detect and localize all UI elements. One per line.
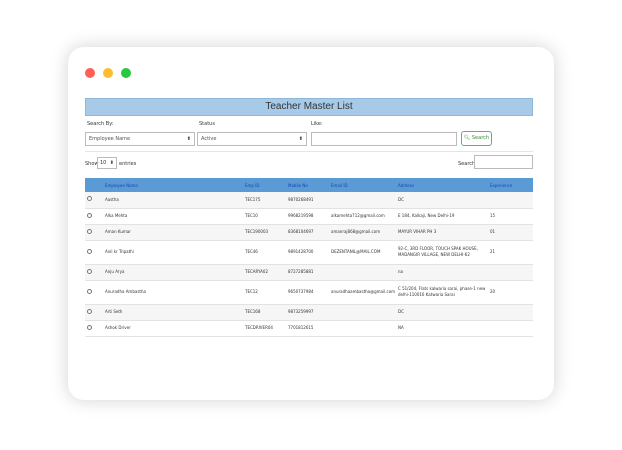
row-radio-button[interactable] xyxy=(87,212,92,218)
table-row: Aastha TEC175 9870268491 DC xyxy=(85,192,533,208)
cell-employee-name: Ashok Driver xyxy=(105,325,131,330)
cell-experience: 20 xyxy=(490,289,496,294)
table-row: Anuradha Ambastha TEC12 9650737984 anura… xyxy=(85,280,533,304)
cell-emp-id: TEC46 xyxy=(245,249,258,254)
row-radio-button[interactable] xyxy=(87,248,92,254)
cell-employee-name: Anuradha Ambastha xyxy=(105,289,146,294)
select-caret-icon: ⬍ xyxy=(109,160,114,166)
table-search-input[interactable] xyxy=(474,155,533,169)
table-row: Aman Kumar TEC190003 8368104697 amanraj8… xyxy=(85,224,533,240)
cell-employee-name: Anju Arya xyxy=(105,269,125,274)
row-radio-button[interactable] xyxy=(87,268,92,274)
cell-mobile: 7701812615 xyxy=(288,325,314,330)
select-caret-icon: ⬍ xyxy=(298,136,303,142)
cell-employee-name: Alka Mehta xyxy=(105,213,128,218)
cell-address: MAYUR VIHAR PH 3 xyxy=(398,229,437,234)
cell-mobile: 9891428700 xyxy=(288,249,314,254)
cell-address: DC xyxy=(398,309,404,314)
like-label: Like: xyxy=(311,121,323,127)
cell-email: amanraj868@gmail.com xyxy=(331,229,381,234)
cell-experience: 15 xyxy=(490,213,496,218)
column-header-employee-name[interactable]: Employee Name xyxy=(103,178,243,192)
column-header-emp-id[interactable]: Emp ID xyxy=(243,178,286,192)
status-value: Active xyxy=(201,136,217,142)
column-header-address[interactable]: Address xyxy=(396,178,488,192)
page-content: Teacher Master List Search By: Employee … xyxy=(85,98,533,337)
cell-mobile: 9650737984 xyxy=(288,289,314,294)
cell-address: DC xyxy=(398,196,404,202)
page-title: Teacher Master List xyxy=(85,98,533,116)
cell-mobile: 9873259997 xyxy=(288,309,314,314)
cell-address: C 51/204, Flats kalwaria sarai, phase-1 … xyxy=(398,286,486,297)
cell-experience: 21 xyxy=(490,249,496,254)
table-row: Arti Seth TEC168 9873259997 DC xyxy=(85,304,533,320)
row-radio-button[interactable] xyxy=(87,324,92,330)
table-row: Anil kr Tripathi TEC46 9891428700 DEZENT… xyxy=(85,240,533,264)
cell-email: DEZENTANIL@MAIL.COM xyxy=(331,249,381,254)
cell-mobile: 9870268491 xyxy=(288,196,314,202)
cell-emp-id: TEC168 xyxy=(245,309,261,314)
teacher-table: Employee Name Emp ID Mobile No Email ID … xyxy=(85,178,533,337)
minimize-window-dot-icon[interactable] xyxy=(103,68,113,78)
cell-address: NA xyxy=(398,325,404,330)
cell-address: E 184, Kalkaji, New Delhi-19 xyxy=(398,213,455,218)
filter-panel: Search By: Employee Name ⬍ Status Active… xyxy=(85,116,533,152)
search-by-select[interactable]: Employee Name ⬍ xyxy=(85,132,195,146)
table-controls: Show 10 ⬍ entries Search: xyxy=(85,152,533,178)
entries-value: 10 xyxy=(100,160,107,166)
like-input[interactable] xyxy=(311,132,457,146)
column-header-experience[interactable]: Experience xyxy=(488,178,533,192)
cell-employee-name: Aman Kumar xyxy=(105,229,131,234)
column-header-email-id[interactable]: Email ID xyxy=(329,178,396,192)
cell-experience xyxy=(488,264,533,280)
entries-label: entries xyxy=(119,161,137,167)
cell-email xyxy=(329,192,396,208)
column-header-select xyxy=(85,178,103,192)
cell-address: 92-C, 3RD FLOOR, TOUCH SPAK HOUSE, MADAN… xyxy=(398,246,478,257)
cell-mobile: 9968219598 xyxy=(288,213,314,218)
cell-emp-id: TEC190003 xyxy=(245,229,269,234)
column-header-mobile-no[interactable]: Mobile No xyxy=(286,178,329,192)
browser-window: Teacher Master List Search By: Employee … xyxy=(68,47,554,400)
search-button-label: Search xyxy=(471,135,490,141)
row-radio-button[interactable] xyxy=(87,308,92,314)
status-select[interactable]: Active ⬍ xyxy=(197,132,307,146)
table-header-row: Employee Name Emp ID Mobile No Email ID … xyxy=(85,178,533,192)
row-radio-button[interactable] xyxy=(87,228,92,234)
cell-address: na xyxy=(398,269,403,274)
cell-email: alkamehta712@gmail.com xyxy=(331,213,385,218)
cell-employee-name: Arti Seth xyxy=(105,309,123,314)
cell-experience xyxy=(488,192,533,208)
search-by-label: Search By: xyxy=(87,121,114,127)
cell-employee-name: Anil kr Tripathi xyxy=(105,249,134,254)
maximize-window-dot-icon[interactable] xyxy=(121,68,131,78)
cell-email xyxy=(329,320,396,336)
cell-experience xyxy=(488,320,533,336)
row-radio-button[interactable] xyxy=(87,288,92,294)
cell-email: anuradhaambastha@gmail.com xyxy=(331,289,396,294)
cell-experience: 01 xyxy=(490,229,496,234)
entries-select[interactable]: 10 ⬍ xyxy=(97,157,117,169)
cell-mobile: 8368104697 xyxy=(288,229,314,234)
search-button[interactable]: 🔍︎ Search xyxy=(461,131,492,146)
cell-employee-name: Aastha xyxy=(105,196,119,202)
close-window-dot-icon[interactable] xyxy=(85,68,95,78)
cell-emp-id: TEC12 xyxy=(245,289,258,294)
cell-emp-id: TECARYA02 xyxy=(245,269,268,274)
cell-experience xyxy=(488,304,533,320)
search-by-value: Employee Name xyxy=(89,136,131,142)
cell-emp-id: TECDRIVER04 xyxy=(245,325,273,330)
cell-email xyxy=(329,304,396,320)
status-label: Status xyxy=(199,121,215,127)
cell-emp-id: TEC175 xyxy=(245,196,261,202)
table-row: Ashok Driver TECDRIVER04 7701812615 NA xyxy=(85,320,533,336)
cell-email xyxy=(329,264,396,280)
search-icon: 🔍︎ xyxy=(463,135,471,141)
cell-emp-id: TEC10 xyxy=(245,213,258,218)
select-caret-icon: ⬍ xyxy=(186,136,191,142)
row-radio-button[interactable] xyxy=(87,196,92,202)
table-row: Anju Arya TECARYA02 8727285881 na xyxy=(85,264,533,280)
table-row: Alka Mehta TEC10 9968219598 alkamehta712… xyxy=(85,208,533,224)
cell-mobile: 8727285881 xyxy=(288,269,314,274)
